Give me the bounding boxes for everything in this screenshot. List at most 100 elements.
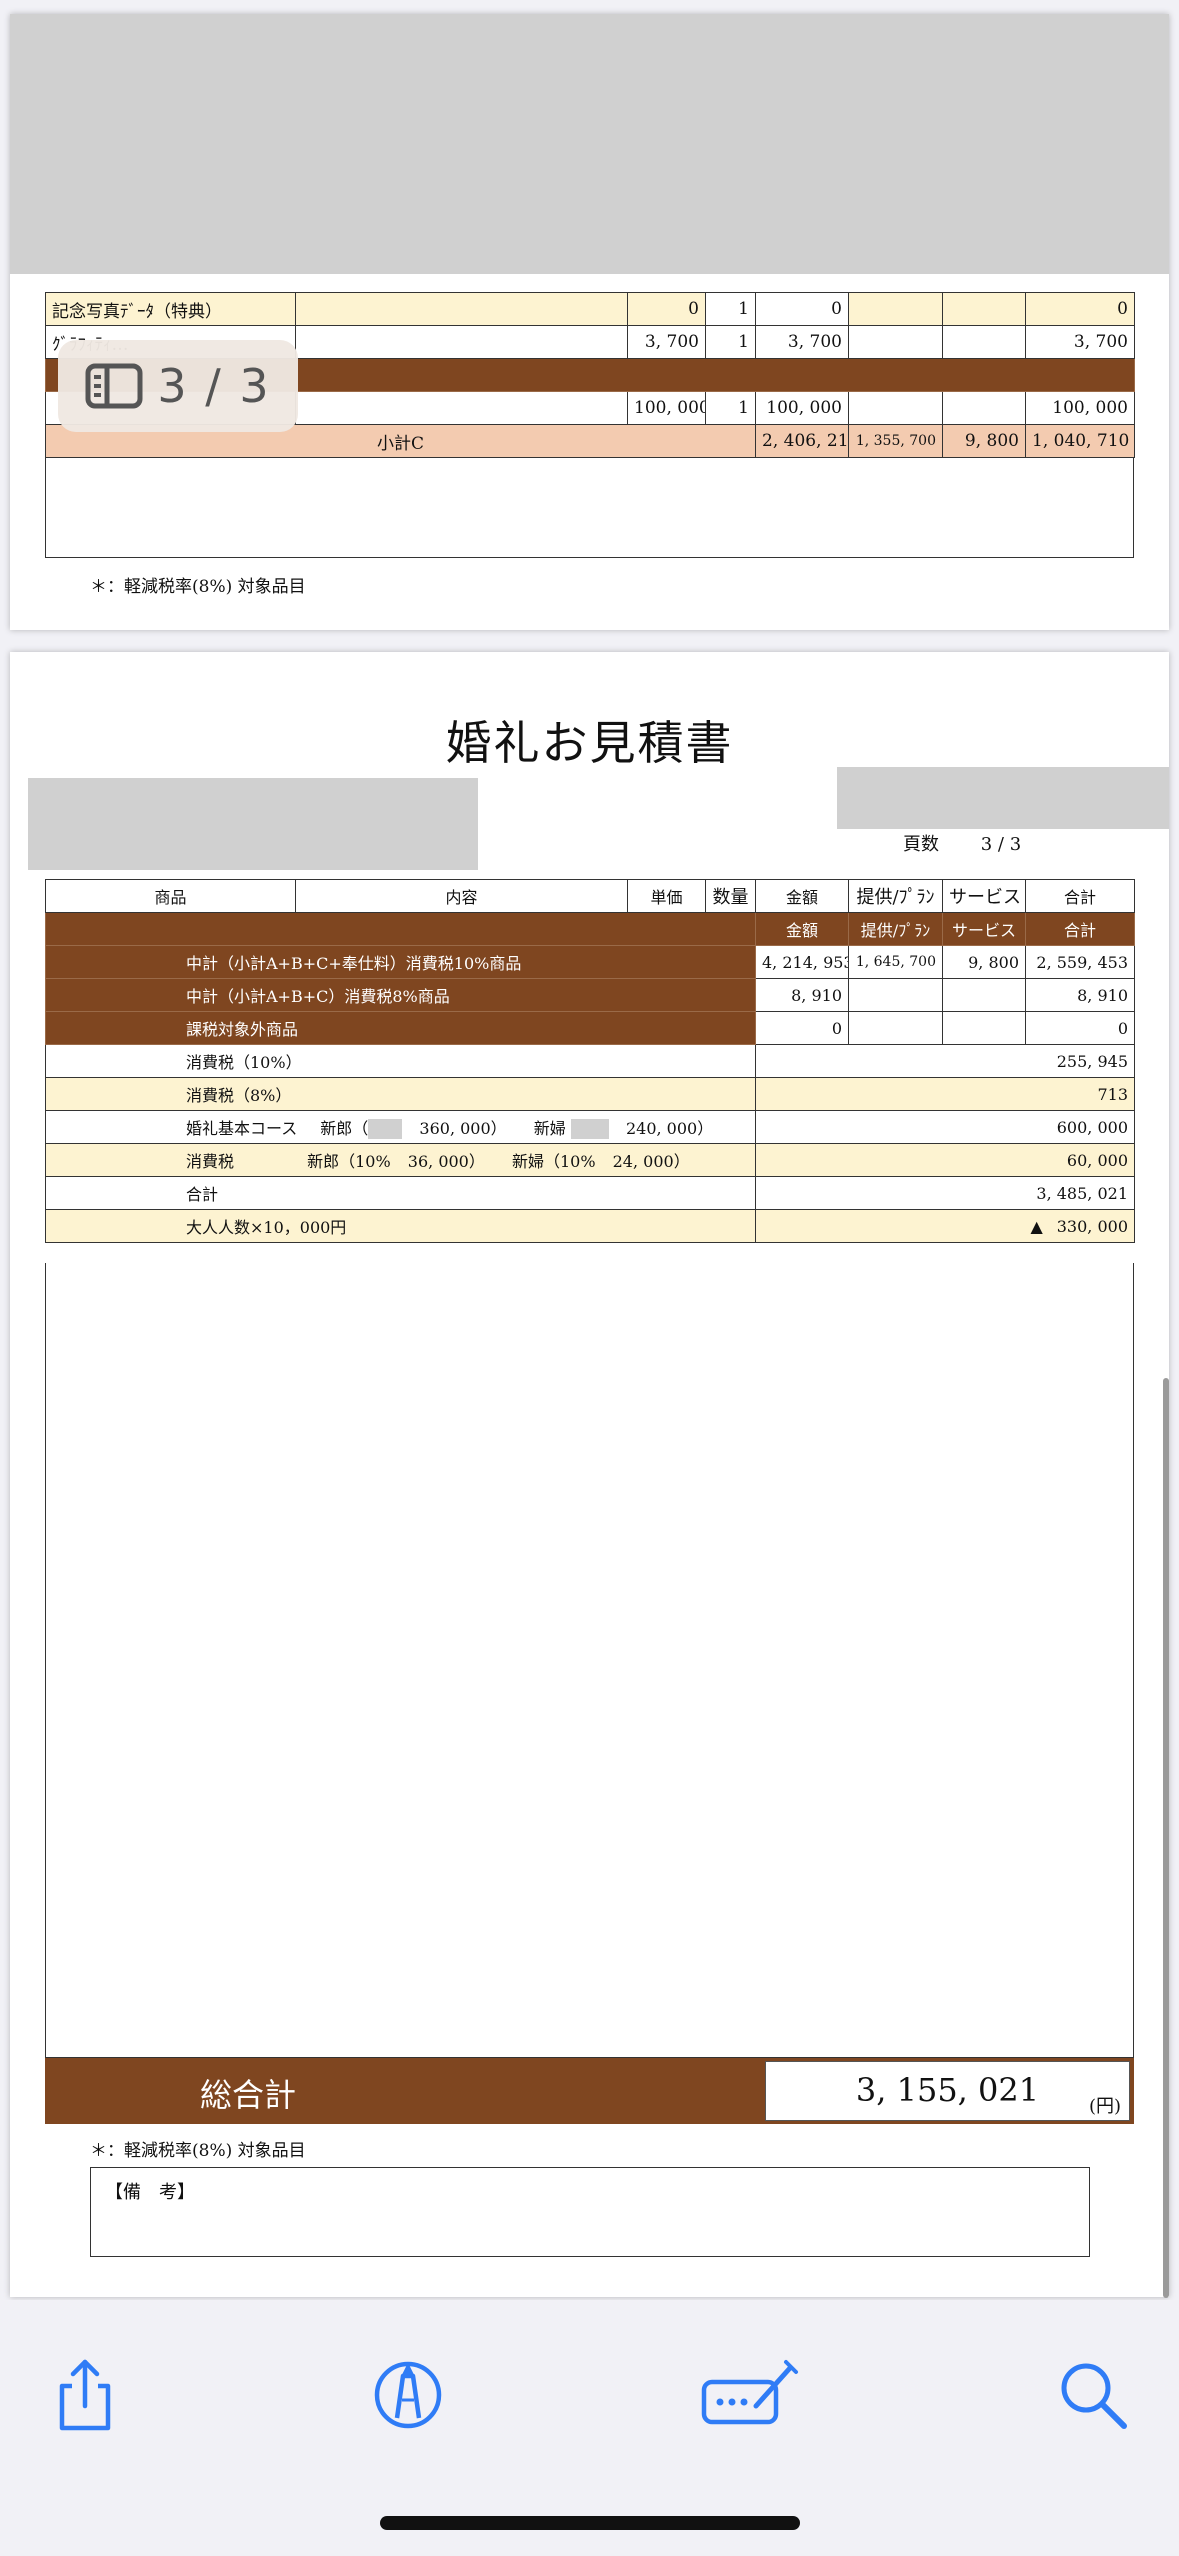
grand-total-bar: 総合計 3, 155, 021 (円): [45, 2058, 1134, 2124]
search-icon: [1061, 2363, 1127, 2429]
row-plan: [848, 978, 943, 1012]
row-amount: 8, 910: [755, 978, 849, 1012]
table-row: 消費税（10%） 255, 945: [45, 1044, 1135, 1078]
table-row: 消費税 新郎（10% 36, 000） 新婦（10% 24, 000） 60, …: [45, 1143, 1135, 1177]
amount: 0: [755, 292, 849, 326]
redacted-block: [368, 1119, 403, 1140]
unit-price: 0: [627, 292, 706, 326]
scroll-indicator[interactable]: [1163, 1378, 1169, 2298]
header-content: 内容: [295, 879, 628, 913]
row-value: 255, 945: [755, 1044, 1135, 1078]
table-row: 課税対象外商品 0 0: [45, 1011, 1135, 1045]
triangle-mark: ▲: [1030, 1216, 1043, 1236]
redacted-block: [28, 778, 478, 870]
unit-price: 100, 000: [627, 391, 706, 425]
page-indicator-text: 3 / 3: [157, 359, 271, 413]
grand-total-value: 3, 155, 021: [855, 2071, 1040, 2109]
plan: [848, 391, 943, 425]
header-plan: 提供/ﾌﾟﾗﾝ: [848, 879, 943, 913]
row-total: 2, 559, 453: [1025, 945, 1135, 979]
document-title: 婚礼お見積書: [445, 716, 734, 770]
row-total: 0: [1025, 1011, 1135, 1045]
row-service: [942, 1011, 1026, 1045]
table-row: 中計（小計A+B+C）消費税8%商品 8, 910 8, 910: [45, 978, 1135, 1012]
qty: 1: [705, 292, 756, 326]
redacted-block: [837, 767, 1169, 829]
row-total: 8, 910: [1025, 978, 1135, 1012]
remarks-box: 【備 考】: [90, 2167, 1090, 2257]
amount: 3, 700: [755, 325, 849, 359]
total: 100, 000: [1025, 391, 1135, 425]
row-value: 713: [755, 1077, 1135, 1111]
row-label: 課税対象外商品: [45, 1011, 756, 1045]
current-page: 婚礼お見積書 頁数 3 / 3 商品 内容 単価 数量 金額 提供/ﾌﾟﾗﾝ サ…: [10, 652, 1169, 2297]
row-label: 婚礼基本コース 新郎（ 360, 000） 新婦 240, 000）: [45, 1110, 756, 1144]
row-label: 合計: [45, 1176, 756, 1210]
row-value: 3, 485, 021: [755, 1176, 1135, 1210]
row-label: 大人人数×10，000円: [45, 1209, 756, 1243]
row-amount: 4, 214, 953: [755, 945, 849, 979]
page-number: 頁数 3 / 3: [903, 834, 1022, 855]
redacted-block: [10, 14, 1169, 274]
row-value: ▲ 330, 000: [755, 1209, 1135, 1243]
table-row: 中計（小計A+B+C+奉仕料）消費税10%商品 4, 214, 953 1, 6…: [45, 945, 1135, 979]
row-plan: [848, 1011, 943, 1045]
row-service: [942, 978, 1026, 1012]
row-label: 消費税（8%）: [45, 1077, 756, 1111]
row-label: 消費税（10%）: [45, 1044, 756, 1078]
row-value: 600, 000: [755, 1110, 1135, 1144]
total: 3, 700: [1025, 325, 1135, 359]
table-header: 商品 内容 単価 数量 金額 提供/ﾌﾟﾗﾝ サービス 合計: [45, 879, 1135, 913]
row-plan: 1, 645, 700: [848, 945, 943, 979]
row-value: 60, 000: [755, 1143, 1135, 1177]
share-icon: [59, 2359, 111, 2431]
header-unit-price: 単価: [627, 879, 706, 913]
header-item: 商品: [45, 879, 296, 913]
unit-price: 3, 700: [627, 325, 706, 359]
share-button[interactable]: [40, 2350, 130, 2440]
total: 0: [1025, 292, 1135, 326]
table-row: 婚礼基本コース 新郎（ 360, 000） 新婦 240, 000） 600, …: [45, 1110, 1135, 1144]
redacted-block: [570, 1119, 609, 1140]
signature-icon: [701, 2360, 798, 2425]
row-label: 消費税 新郎（10% 36, 000） 新婦（10% 24, 000）: [45, 1143, 756, 1177]
sub-header-row: 金額 提供/ﾌﾟﾗﾝ サービス 合計: [45, 912, 1135, 946]
header-amount: 金額: [755, 879, 849, 913]
subheader-plan: 提供/ﾌﾟﾗﾝ: [848, 912, 943, 946]
subtotal-total: 1, 040, 710: [1025, 424, 1135, 458]
header-total: 合計: [1025, 879, 1135, 913]
subtotal-amount: 2, 406, 210: [755, 424, 849, 458]
qty: 1: [705, 391, 756, 425]
sidebar-icon: [85, 363, 143, 409]
markup-button[interactable]: [363, 2350, 453, 2440]
row-label: 中計（小計A+B+C+奉仕料）消費税10%商品: [45, 945, 756, 979]
table-empty-area: [45, 458, 1134, 558]
subtotal-service: 9, 800: [942, 424, 1026, 458]
subheader-amount: 金額: [755, 912, 849, 946]
tax-note: ＊：軽減税率(8%) 対象品目: [90, 2141, 306, 2161]
plan: [848, 292, 943, 326]
signature-button[interactable]: [700, 2350, 800, 2440]
item-name: 記念写真ﾃﾞｰﾀ（特典）: [45, 292, 296, 326]
subheader-total: 合計: [1025, 912, 1135, 946]
table-row: 消費税（8%） 713: [45, 1077, 1135, 1111]
grand-total-box: 3, 155, 021 (円): [765, 2061, 1130, 2121]
subtotal-plan: 1, 355, 700: [848, 424, 943, 458]
service: [942, 292, 1026, 326]
row-label: 中計（小計A+B+C）消費税8%商品: [45, 978, 756, 1012]
service: [942, 325, 1026, 359]
qty: 1: [705, 325, 756, 359]
row-amount: 0: [755, 1011, 849, 1045]
remarks-label: 【備 考】: [105, 2182, 195, 2203]
table-empty-area: [45, 1263, 1134, 2058]
markup-pen-icon: [374, 2361, 442, 2429]
grand-total-label: 総合計: [200, 2076, 297, 2114]
search-button[interactable]: [1048, 2350, 1138, 2440]
tax-note: ＊：軽減税率(8%) 対象品目: [90, 577, 306, 597]
previous-page: 記念写真ﾃﾞｰﾀ（特典） 0 1 0 0 ｸﾞﾗﾌｨﾃｨ… 3, 700 1 3…: [10, 14, 1169, 630]
header-qty: 数量: [705, 879, 756, 913]
home-indicator[interactable]: [380, 2516, 800, 2530]
page-indicator[interactable]: 3 / 3: [58, 340, 298, 432]
subheader-service: サービス: [942, 912, 1026, 946]
plan: [848, 325, 943, 359]
